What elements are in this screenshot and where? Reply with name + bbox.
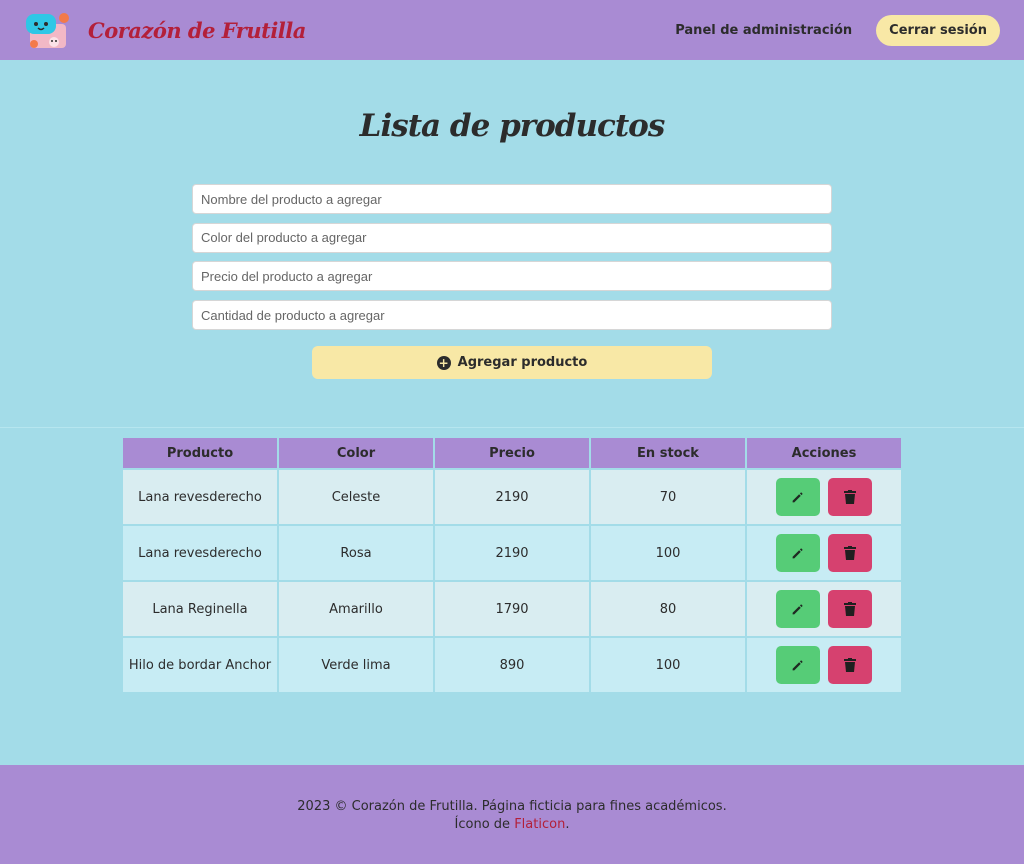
- header-actions: Acciones: [745, 436, 903, 470]
- trash-icon: [844, 546, 857, 560]
- table-row: Lana revesderecho Rosa 2190 100: [121, 524, 903, 582]
- footer-credit: Ícono de Flaticon.: [0, 816, 1024, 834]
- footer-credit-suffix: .: [565, 817, 570, 832]
- cell-color: Celeste: [277, 468, 435, 526]
- product-color-input[interactable]: [192, 222, 832, 253]
- products-table: Producto Color Precio En stock Acciones …: [121, 436, 903, 694]
- admin-panel-link[interactable]: Panel de administración: [675, 23, 852, 38]
- pencil-icon: [793, 603, 803, 614]
- plus-circle-icon: +: [436, 355, 451, 370]
- cell-product: Hilo de bordar Anchor: [121, 636, 279, 694]
- page-title: Lista de productos: [359, 108, 666, 144]
- table-row: Lana revesderecho Celeste 2190 70: [121, 468, 903, 526]
- footer: 2023 © Corazón de Frutilla. Página ficti…: [0, 765, 1024, 864]
- header-price: Precio: [433, 436, 591, 470]
- cell-price: 2190: [433, 524, 591, 582]
- delete-button[interactable]: [828, 534, 873, 572]
- cell-actions: [745, 524, 903, 582]
- edit-button[interactable]: [775, 478, 820, 516]
- cell-color: Rosa: [277, 524, 435, 582]
- cell-product: Lana revesderecho: [121, 468, 279, 526]
- trash-icon: [844, 602, 857, 616]
- cell-product: Lana Reginella: [121, 580, 279, 638]
- cell-actions: [745, 636, 903, 694]
- table-header-row: Producto Color Precio En stock Acciones: [121, 436, 903, 470]
- cell-price: 1790: [433, 580, 591, 638]
- trash-icon: [844, 658, 857, 672]
- edit-button[interactable]: [775, 590, 820, 628]
- header-stock: En stock: [589, 436, 747, 470]
- nav-actions: Panel de administración Cerrar sesión: [675, 14, 1000, 46]
- edit-button[interactable]: [775, 534, 820, 572]
- pencil-icon: [793, 491, 803, 502]
- header-product: Producto: [121, 436, 279, 470]
- table-row: Hilo de bordar Anchor Verde lima 890 100: [121, 636, 903, 694]
- flaticon-link[interactable]: Flaticon: [514, 817, 565, 832]
- table-row: Lana Reginella Amarillo 1790 80: [121, 580, 903, 638]
- add-product-label: Agregar producto: [457, 355, 588, 370]
- trash-icon: [844, 490, 857, 504]
- add-product-button[interactable]: + Agregar producto: [312, 346, 712, 379]
- cell-price: 2190: [433, 468, 591, 526]
- cell-stock: 100: [589, 524, 747, 582]
- add-product-form: [192, 184, 832, 339]
- pencil-icon: [793, 659, 803, 670]
- product-quantity-input[interactable]: [192, 300, 832, 331]
- pencil-icon: [793, 547, 803, 558]
- cell-stock: 100: [589, 636, 747, 694]
- edit-button[interactable]: [775, 646, 820, 684]
- logout-button[interactable]: Cerrar sesión: [876, 14, 1000, 46]
- cell-actions: [745, 468, 903, 526]
- cell-stock: 70: [589, 468, 747, 526]
- navbar: Corazón de Frutilla Panel de administrac…: [0, 0, 1024, 60]
- cell-stock: 80: [589, 580, 747, 638]
- delete-button[interactable]: [828, 590, 873, 628]
- product-name-input[interactable]: [192, 184, 832, 214]
- brand-logo-icon[interactable]: [24, 8, 72, 52]
- delete-button[interactable]: [828, 646, 873, 684]
- footer-copyright: 2023 © Corazón de Frutilla. Página ficti…: [297, 799, 727, 814]
- cell-color: Amarillo: [277, 580, 435, 638]
- cell-actions: [745, 580, 903, 638]
- cell-color: Verde lima: [277, 636, 435, 694]
- footer-credit-prefix: Ícono de: [454, 817, 515, 832]
- product-price-input[interactable]: [192, 261, 832, 292]
- cell-price: 890: [433, 636, 591, 694]
- cell-product: Lana revesderecho: [121, 524, 279, 582]
- delete-button[interactable]: [828, 478, 873, 516]
- brand-name[interactable]: Corazón de Frutilla: [88, 18, 306, 43]
- section-divider: [0, 427, 1024, 428]
- header-color: Color: [277, 436, 435, 470]
